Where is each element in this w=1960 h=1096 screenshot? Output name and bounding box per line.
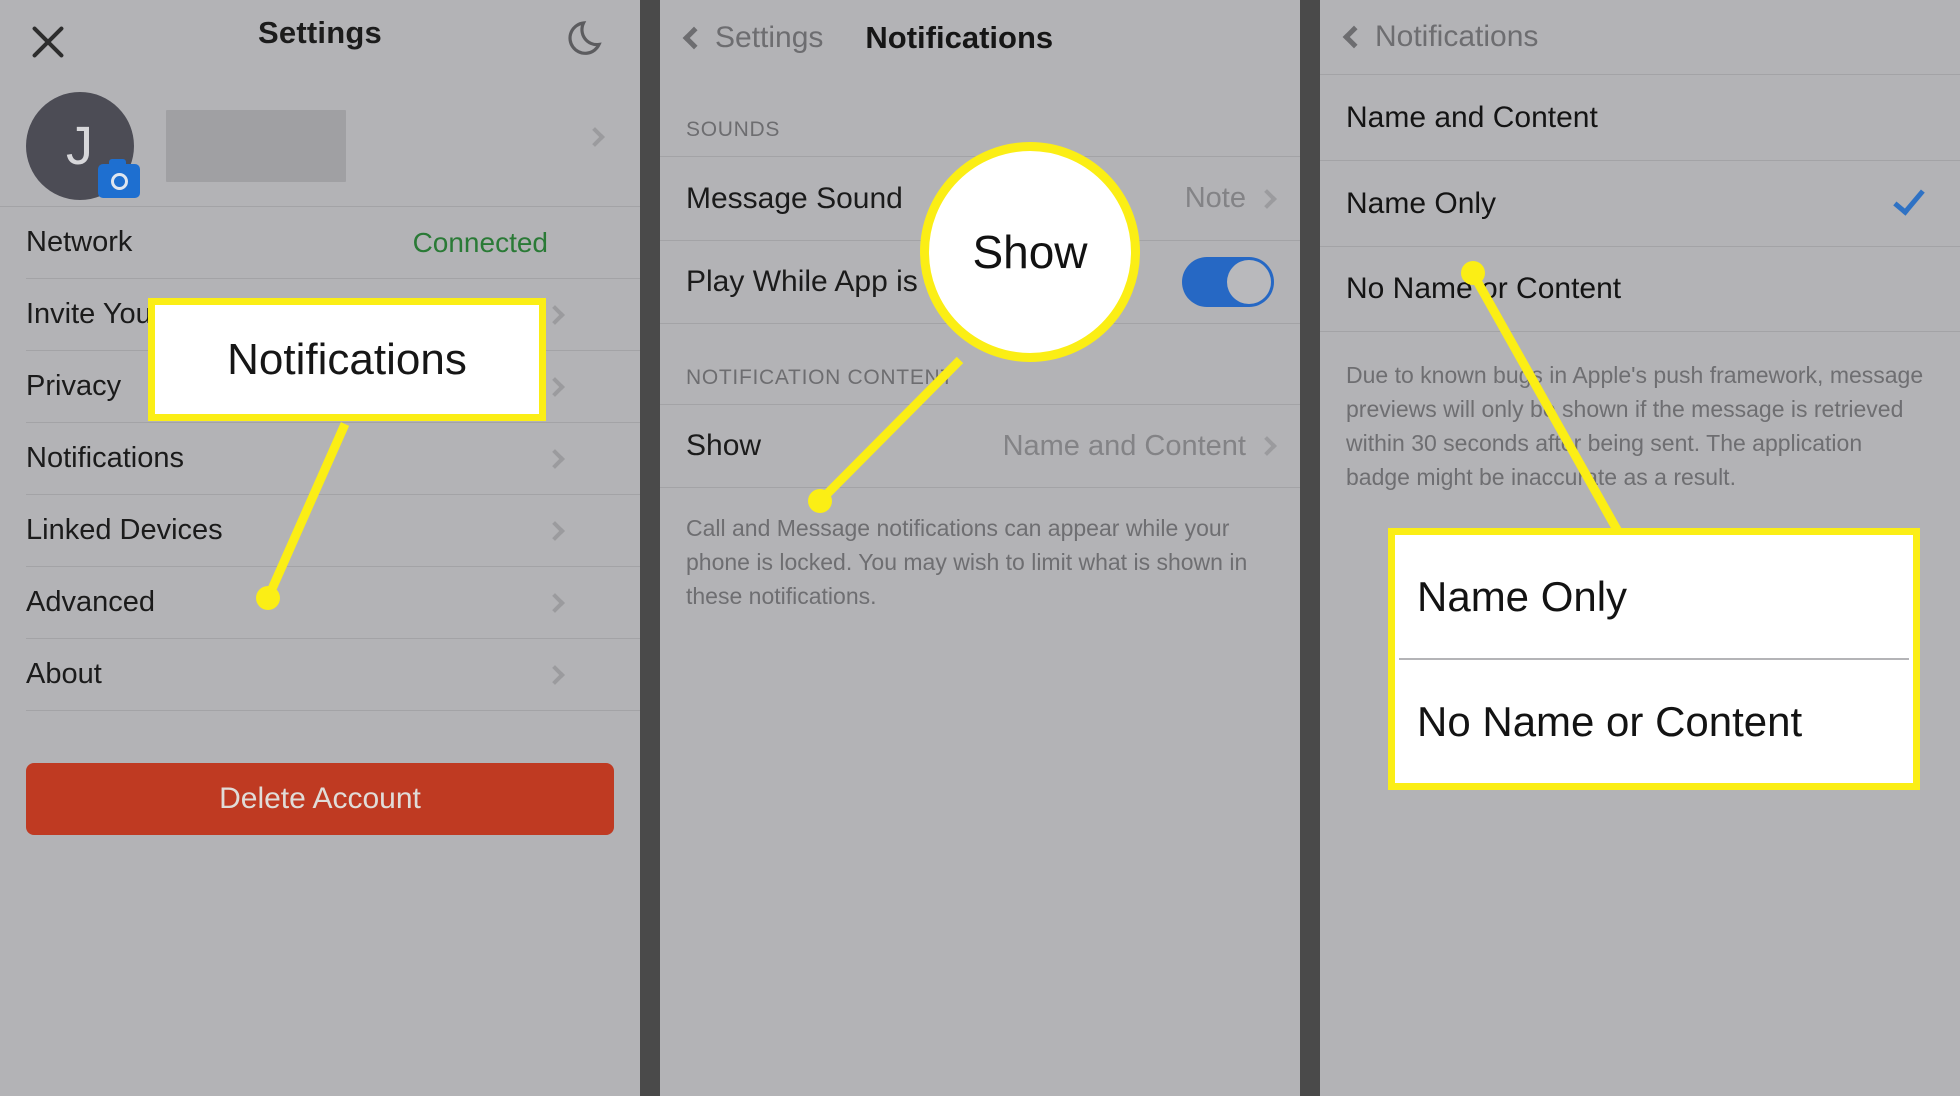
network-status: Connected: [412, 226, 548, 258]
delete-account-button[interactable]: Delete Account: [26, 763, 614, 835]
page-title: Notifications: [865, 20, 1054, 55]
checkmark-icon: [1893, 181, 1925, 216]
option-no-name-or-content[interactable]: No Name or Content: [1320, 246, 1960, 332]
row-label: About: [26, 658, 102, 690]
section-header-sounds: SOUNDS: [686, 118, 781, 141]
chevron-right-icon: [545, 376, 565, 397]
chevron-right-icon: [1257, 436, 1277, 456]
option-name-and-content[interactable]: Name and Content: [1320, 74, 1960, 160]
settings-topbar: Settings: [0, 0, 640, 86]
back-to-notifications-button[interactable]: Notifications: [1342, 20, 1539, 54]
sidebar-item-network[interactable]: Network Connected: [26, 207, 640, 279]
chevron-right-icon: [1257, 188, 1277, 209]
option-label: Name and Content: [1346, 100, 1598, 134]
chevron-right-icon: [585, 127, 605, 147]
message-sound-value: Note: [1184, 182, 1246, 214]
leader-dot-show: [808, 489, 832, 513]
play-while-app-open-toggle[interactable]: [1182, 257, 1274, 307]
chevron-right-icon: [545, 664, 565, 685]
back-label: Notifications: [1375, 20, 1539, 53]
option-name-only[interactable]: Name Only: [1320, 160, 1960, 246]
chevron-left-icon: [1342, 25, 1366, 49]
row-label: Network: [26, 226, 133, 258]
back-to-settings-button[interactable]: Settings: [682, 21, 824, 55]
back-label: Settings: [715, 21, 824, 54]
show-value: Name and Content: [1002, 429, 1246, 462]
callout-notifications: Notifications: [148, 298, 546, 421]
profile-row[interactable]: J: [0, 86, 640, 206]
callout-show: Show: [920, 142, 1140, 362]
row-label: Linked Devices: [26, 514, 223, 546]
callout-text: Notifications: [227, 334, 467, 384]
row-show[interactable]: Show Name and Content: [660, 404, 1300, 488]
callout-show-options: Name Only No Name or Content: [1388, 528, 1920, 790]
sidebar-item-about[interactable]: About: [26, 639, 640, 711]
chevron-right-icon: [545, 592, 565, 613]
leader-dot-options: [1461, 261, 1485, 285]
profile-name-redacted: [166, 110, 346, 182]
camera-hump: [109, 159, 126, 167]
settings-panel: Settings J Network Connected Invite Your…: [0, 0, 640, 1096]
screenshot-stage: Settings J Network Connected Invite Your…: [0, 0, 1960, 1096]
camera-icon[interactable]: [98, 159, 140, 198]
option-label: Name Only: [1346, 186, 1497, 220]
callout-option-no-name-or-content: No Name or Content: [1417, 697, 1803, 745]
sidebar-item-notifications[interactable]: Notifications: [26, 423, 640, 495]
notifications-footer-note: Call and Message notifications can appea…: [686, 515, 1248, 609]
chevron-right-icon: [545, 304, 565, 325]
sidebar-item-advanced[interactable]: Advanced: [26, 567, 640, 639]
avatar: J: [26, 92, 140, 200]
callout-option-name-only: Name Only: [1417, 572, 1628, 620]
row-label: Notifications: [26, 442, 184, 474]
notifications-topbar: Settings Notifications: [660, 0, 1300, 76]
show-options-footer-note: Due to known bugs in Apple's push framew…: [1346, 362, 1924, 491]
leader-dot-notifications: [256, 586, 280, 610]
chevron-right-icon: [545, 448, 565, 469]
show-options-topbar: Notifications: [1320, 0, 1960, 74]
option-label: No Name or Content: [1346, 272, 1622, 305]
sidebar-item-linked-devices[interactable]: Linked Devices: [26, 495, 640, 567]
settings-list: Network Connected Invite Your Friends Pr…: [0, 206, 640, 711]
row-label: Advanced: [26, 586, 155, 618]
chevron-left-icon: [682, 26, 706, 50]
camera-lens: [110, 172, 128, 190]
chevron-right-icon: [545, 520, 565, 541]
moon-icon[interactable]: [566, 16, 610, 60]
row-label: Show: [686, 429, 762, 462]
page-title: Settings: [258, 15, 382, 50]
toggle-knob: [1227, 260, 1271, 304]
callout-text: Show: [972, 226, 1088, 278]
